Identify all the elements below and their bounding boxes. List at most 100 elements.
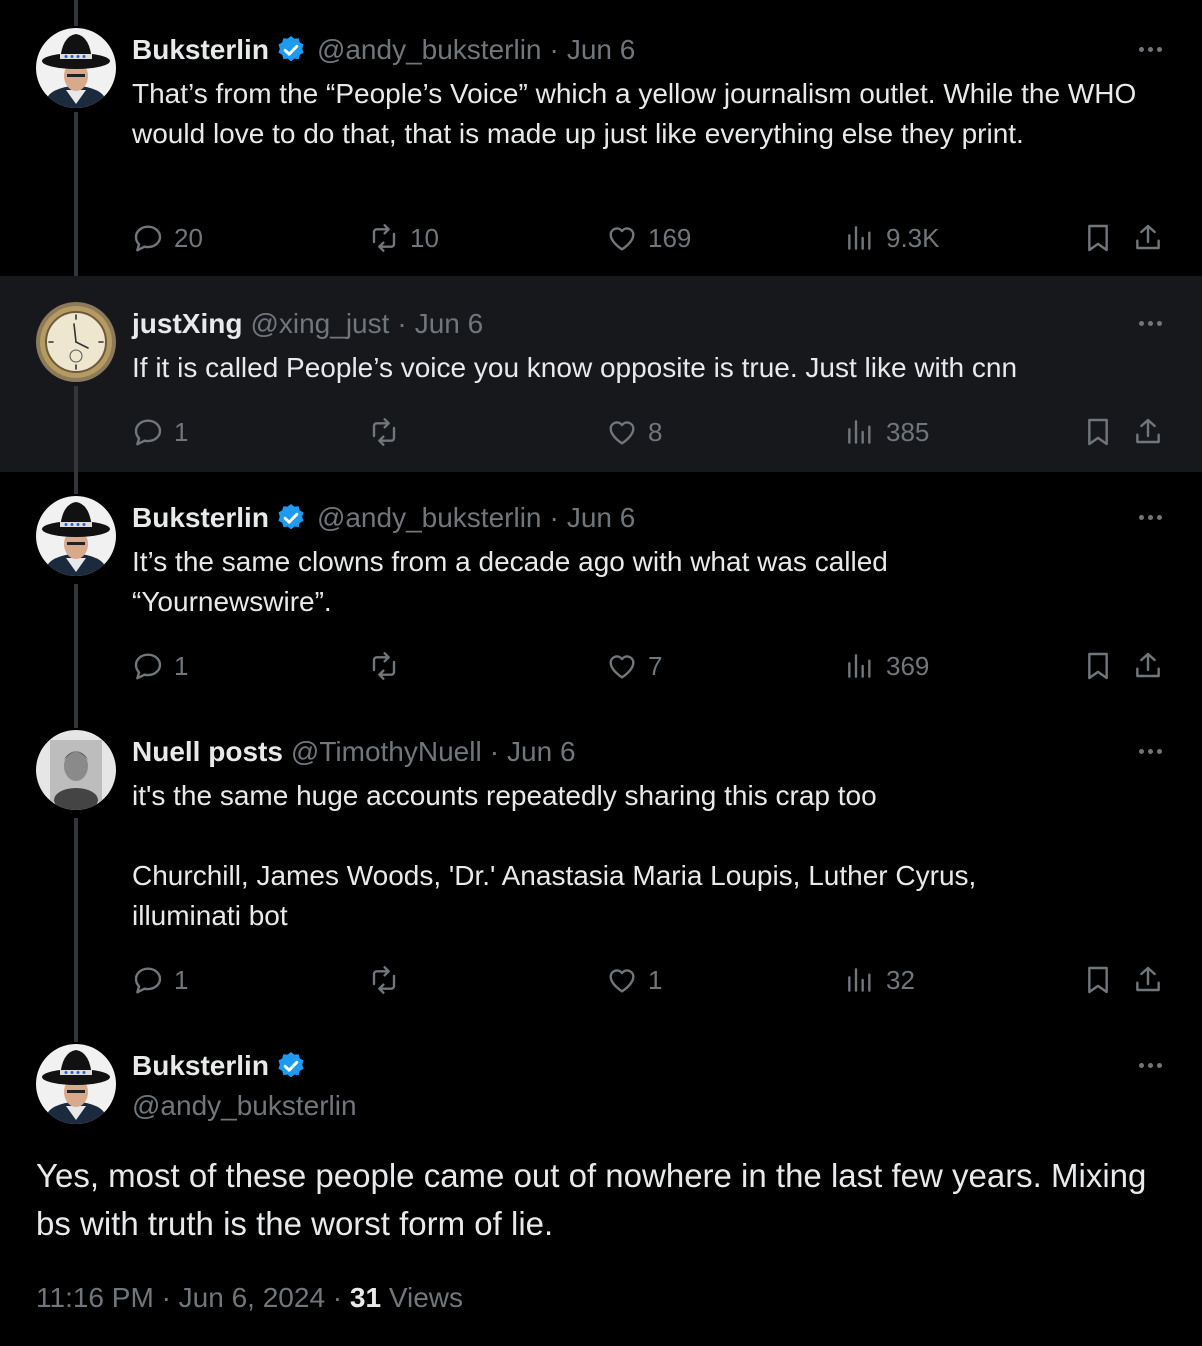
heart-icon	[606, 416, 638, 448]
display-name[interactable]: justXing	[132, 308, 242, 340]
like-button[interactable]: 169	[606, 218, 691, 258]
handle[interactable]: @andy_buksterlin	[132, 1090, 357, 1122]
tweet-header: Buksterlin @andy_buksterlin · Jun 6	[132, 30, 635, 70]
views-button[interactable]: 9.3K	[844, 218, 940, 258]
like-button[interactable]: 8	[606, 412, 662, 452]
bookmark-icon	[1082, 650, 1114, 682]
reply-icon	[132, 416, 164, 448]
timestamp[interactable]: Jun 6	[507, 736, 576, 768]
thread-connector	[74, 386, 78, 472]
share-button[interactable]	[1132, 218, 1164, 258]
separator: ·	[549, 34, 559, 65]
repost-icon	[368, 222, 400, 254]
bookmark-icon	[1082, 222, 1114, 254]
more-icon[interactable]	[1128, 34, 1172, 64]
avatar[interactable]	[36, 302, 116, 382]
bookmark-button[interactable]	[1082, 646, 1114, 686]
repost-icon	[368, 964, 400, 996]
handle[interactable]: @andy_buksterlin	[317, 34, 542, 66]
reply-button[interactable]: 20	[132, 218, 203, 258]
avatar[interactable]	[36, 496, 116, 576]
share-button[interactable]	[1132, 412, 1164, 452]
verified-badge-icon	[275, 502, 307, 534]
reply-tweet-4[interactable]: Nuell posts @TimothyNuell · Jun 6 it's t…	[0, 706, 1202, 1032]
post-meta: 11:16 PM · Jun 6, 2024 · 31 Views	[36, 1282, 463, 1314]
bookmark-button[interactable]	[1082, 412, 1114, 452]
thread-connector	[74, 472, 78, 494]
timestamp[interactable]: Jun 6	[567, 502, 636, 534]
repost-button[interactable]	[368, 960, 410, 1000]
share-button[interactable]	[1132, 960, 1164, 1000]
views-button[interactable]: 385	[844, 412, 929, 452]
post-date[interactable]: Jun 6, 2024	[179, 1282, 325, 1313]
more-icon[interactable]	[1128, 502, 1172, 532]
repost-count: 10	[410, 222, 439, 253]
views-icon	[844, 650, 876, 682]
repost-button[interactable]	[368, 646, 410, 686]
avatar[interactable]	[36, 28, 116, 108]
heart-icon	[606, 222, 638, 254]
views-button[interactable]: 369	[844, 646, 929, 686]
thread-connector	[74, 112, 78, 276]
thread-connector	[74, 1032, 78, 1042]
views-count: 369	[886, 650, 930, 681]
reply-count: 1	[174, 650, 189, 681]
bookmark-button[interactable]	[1082, 960, 1114, 1000]
thread-connector	[74, 0, 78, 26]
post-time[interactable]: 11:16 PM	[36, 1282, 154, 1313]
reply-button[interactable]: 1	[132, 646, 188, 686]
action-bar: 1 8 385	[132, 412, 1172, 452]
separator: ·	[489, 736, 500, 767]
reply-count: 1	[174, 964, 189, 995]
repost-icon	[368, 416, 400, 448]
tweet-text: If it is called People’s voice you know …	[132, 352, 1018, 383]
tweet-text: That’s from the “People’s Voice” which a…	[132, 78, 1137, 149]
thread-connector	[74, 818, 78, 1032]
handle-row: @andy_buksterlin	[132, 1086, 357, 1126]
handle[interactable]: @xing_just	[250, 308, 389, 340]
display-name[interactable]: Buksterlin	[132, 34, 269, 66]
more-icon[interactable]	[1128, 308, 1172, 338]
verified-badge-icon	[275, 34, 307, 66]
display-name[interactable]: Buksterlin	[132, 1050, 269, 1082]
avatar[interactable]	[36, 1044, 116, 1124]
display-name[interactable]: Buksterlin	[132, 502, 269, 534]
more-icon[interactable]	[1128, 1050, 1172, 1080]
tweet-header: Buksterlin	[132, 1046, 313, 1086]
views-button[interactable]: 32	[844, 960, 915, 1000]
heart-icon	[606, 650, 638, 682]
avatar[interactable]	[36, 730, 116, 810]
tweet-header: justXing @xing_just · Jun 6	[132, 304, 483, 344]
reply-icon	[132, 222, 164, 254]
like-button[interactable]: 7	[606, 646, 662, 686]
reply-tweet-2[interactable]: justXing @xing_just · Jun 6 If it is cal…	[0, 276, 1202, 472]
bookmark-button[interactable]	[1082, 218, 1114, 258]
repost-button[interactable]: 10	[368, 218, 439, 258]
share-button[interactable]	[1132, 646, 1164, 686]
handle[interactable]: @andy_buksterlin	[317, 502, 542, 534]
more-icon[interactable]	[1128, 736, 1172, 766]
separator: ·	[549, 502, 559, 533]
display-name[interactable]: Nuell posts	[132, 736, 283, 768]
reply-tweet-3[interactable]: Buksterlin @andy_buksterlin · Jun 6 It’s…	[0, 472, 1202, 706]
repost-button[interactable]	[368, 412, 410, 452]
repost-icon	[368, 650, 400, 682]
action-bar: 20 10 169 9.3K	[132, 218, 1172, 258]
like-count: 7	[648, 650, 663, 681]
reply-button[interactable]: 1	[132, 412, 188, 452]
like-button[interactable]: 1	[606, 960, 662, 1000]
like-count: 8	[648, 416, 663, 447]
views-icon	[844, 964, 876, 996]
bookmark-icon	[1082, 416, 1114, 448]
handle[interactable]: @TimothyNuell	[291, 736, 482, 768]
views-count: 31	[349, 1282, 382, 1313]
share-icon	[1132, 416, 1164, 448]
reply-tweet-1[interactable]: Buksterlin @andy_buksterlin · Jun 6 That…	[0, 0, 1202, 276]
timestamp[interactable]: Jun 6	[567, 34, 636, 66]
views-label: Views	[388, 1282, 464, 1313]
views-icon	[844, 416, 876, 448]
timestamp[interactable]: Jun 6	[415, 308, 484, 340]
reply-icon	[132, 650, 164, 682]
views-count: 385	[886, 416, 930, 447]
reply-button[interactable]: 1	[132, 960, 188, 1000]
